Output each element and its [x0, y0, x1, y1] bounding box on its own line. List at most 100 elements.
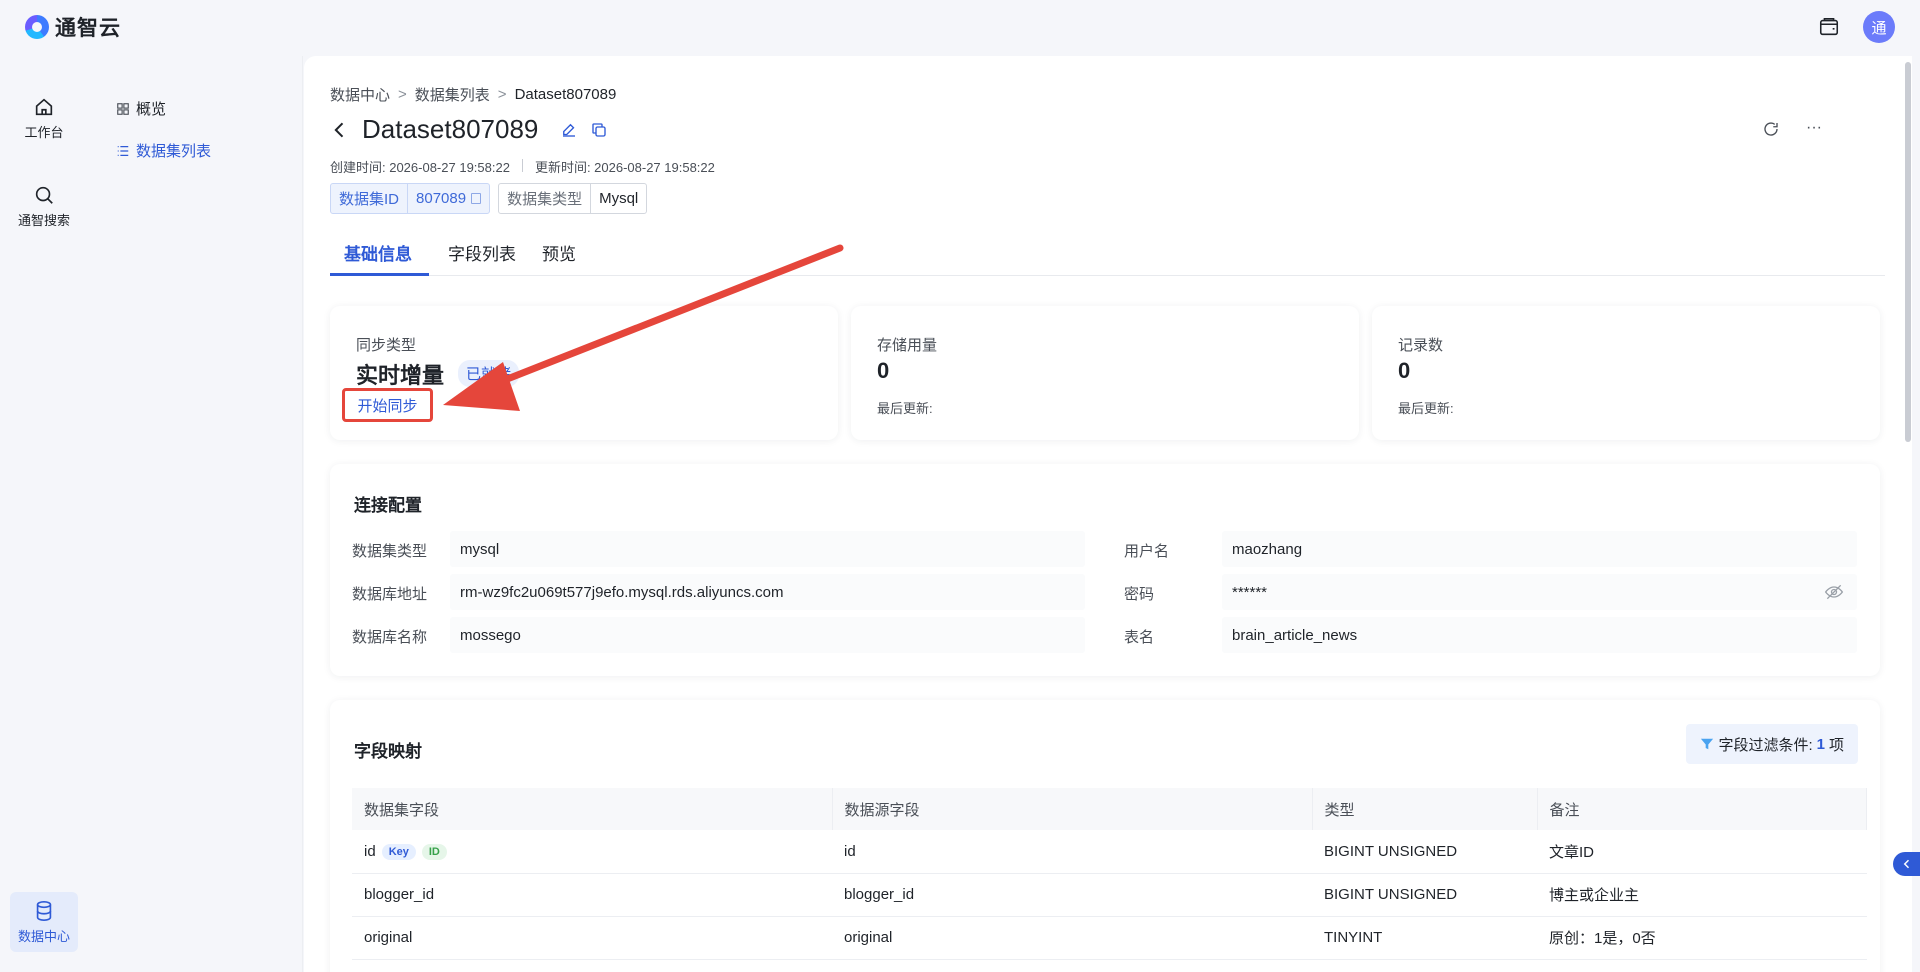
source-field-cell: id — [832, 830, 1312, 874]
dataset-field-cell: original — [352, 916, 832, 960]
scrollbar-thumb[interactable] — [1905, 62, 1911, 442]
filter-count: 1 — [1816, 735, 1825, 753]
source-field-cell: blogger_id — [832, 873, 1312, 917]
back-icon[interactable] — [330, 120, 350, 140]
subnav-item-overview[interactable]: 概览 — [116, 98, 166, 119]
list-icon — [117, 145, 129, 156]
tab-preview[interactable]: 预览 — [542, 240, 576, 276]
dataset-type-field: mysql — [450, 531, 1085, 567]
table-name-label: 表名 — [1124, 629, 1155, 646]
chevron-left-icon — [1903, 859, 1909, 869]
field-mapping-title: 字段映射 — [354, 742, 422, 761]
subnav-item-dataset-list[interactable]: 数据集列表 — [116, 140, 211, 161]
page-scrollbar[interactable] — [1904, 56, 1912, 972]
breadcrumb-separator: > — [497, 86, 507, 103]
grid-icon — [117, 102, 129, 115]
table-row: original original TINYINT 原创：1是，0否 — [352, 916, 1867, 960]
breadcrumb-root[interactable]: 数据中心 — [330, 84, 390, 105]
storage-last-updated: 最后更新: — [877, 401, 933, 416]
tab-field-list[interactable]: 字段列表 — [448, 240, 516, 276]
records-value: 0 — [1398, 358, 1411, 383]
rail-item-data-center[interactable]: 数据中心 — [10, 892, 78, 952]
breadcrumb-separator: > — [398, 86, 407, 103]
tab-bar: 基础信息 字段列表 预览 — [330, 240, 1885, 276]
note-cell: 原创：1是，0否 — [1537, 916, 1867, 960]
id-badge: ID — [421, 843, 447, 860]
table-row: id Key ID id BIGINT UNSIGNED 文章ID — [352, 830, 1867, 874]
column-header: 数据集字段 — [352, 788, 833, 830]
page-title: Dataset807089 — [362, 114, 539, 144]
username-field: maozhang — [1222, 531, 1857, 567]
breadcrumb: 数据中心 > 数据集列表 > Dataset807089 — [330, 84, 616, 105]
more-button[interactable]: ··· — [1806, 120, 1822, 138]
note-cell: 博主或企业主 — [1537, 873, 1867, 917]
table-row: blogger_id blogger_id BIGINT UNSIGNED 博主… — [352, 873, 1867, 917]
dbname-field: mossego — [450, 617, 1085, 653]
wallet-icon[interactable] — [1818, 16, 1840, 38]
meta-divider — [521, 159, 523, 172]
tab-basic-info[interactable]: 基础信息 — [330, 240, 429, 276]
title-row: Dataset807089 — [330, 114, 608, 145]
search-icon — [35, 186, 53, 204]
note-cell: 文章ID — [1537, 830, 1867, 874]
main-panel: 数据中心 > 数据集列表 > Dataset807089 Dataset8070… — [304, 56, 1912, 972]
app-name: 通智云 — [55, 17, 121, 40]
field-filter-button[interactable]: 字段过滤条件: 1 项 — [1686, 724, 1858, 764]
rail-item-search[interactable]: 通智搜索 — [10, 176, 78, 236]
start-sync-button[interactable]: 开始同步 — [342, 388, 433, 422]
edit-icon[interactable] — [560, 121, 578, 139]
table-header-row: 数据集字段 数据源字段 类型 备注 — [352, 788, 1867, 830]
copy-icon[interactable] — [590, 121, 608, 139]
app-logo[interactable]: 通智云 — [25, 12, 121, 42]
database-icon — [36, 900, 52, 921]
dataset-id-label: 数据集ID — [331, 184, 409, 213]
home-icon — [35, 98, 53, 115]
column-header: 数据源字段 — [832, 788, 1313, 830]
dataset-id-value[interactable]: 807089 — [408, 184, 489, 213]
subnav-label-dataset-list: 数据集列表 — [136, 143, 212, 160]
rail-item-workbench[interactable]: 工作台 — [10, 88, 78, 148]
storage-card: 存储用量 0 最后更新: — [851, 306, 1359, 440]
avatar[interactable]: 通 — [1863, 11, 1895, 43]
dataset-field-name: id — [364, 842, 376, 860]
rail-label-search: 通智搜索 — [17, 212, 70, 228]
title-actions: ··· — [1762, 120, 1822, 138]
collapse-panel-button[interactable] — [1893, 852, 1920, 876]
host-field: rm-wz9fc2u069t577j9efo.mysql.rds.aliyunc… — [450, 574, 1085, 610]
host-label: 数据库地址 — [352, 586, 428, 603]
dataset-type-tag: 数据集类型 Mysql — [498, 183, 648, 214]
type-cell: BIGINT UNSIGNED — [1312, 873, 1537, 917]
field-mapping-table: 数据集字段 数据源字段 类型 备注 id Key ID id BIGINT UNSI… — [352, 788, 1867, 960]
filter-label: 字段过滤条件: — [1718, 736, 1813, 754]
status-badge: 已就绪 — [458, 360, 520, 387]
logo-mark-icon — [25, 15, 49, 39]
storage-label: 存储用量 — [877, 337, 938, 354]
eye-off-icon[interactable] — [1824, 582, 1844, 602]
dataset-field-cell: id Key ID — [352, 830, 832, 874]
password-field: ****** — [1222, 574, 1857, 610]
table-name-field: brain_article_news — [1222, 617, 1857, 653]
filter-unit: 项 — [1828, 736, 1844, 754]
dataset-id-tag: 数据集ID 807089 — [330, 183, 491, 214]
field-mapping-card: 字段映射 字段过滤条件: 1 项 数据集字段 数据源字段 类型 备注 id Key ID… — [330, 700, 1880, 972]
dataset-tags: 数据集ID 807089 数据集类型 Mysql — [330, 183, 648, 214]
breadcrumb-current: Dataset807089 — [514, 86, 617, 103]
sync-type-value: 实时增量 — [356, 363, 445, 388]
dataset-type-value: Mysql — [599, 190, 639, 207]
created-time: 创建时间: 2026-08-27 19:58:22 — [330, 160, 510, 175]
records-card: 记录数 0 最后更新: — [1372, 306, 1880, 440]
sub-nav: 概览 数据集列表 — [88, 56, 303, 972]
key-badge: Key — [381, 843, 416, 860]
subnav-label-overview: 概览 — [136, 101, 167, 118]
refresh-icon[interactable] — [1762, 120, 1780, 138]
source-field-cell: original — [832, 916, 1312, 960]
sync-type-label: 同步类型 — [356, 337, 417, 354]
connection-config-title: 连接配置 — [354, 496, 422, 515]
breadcrumb-parent[interactable]: 数据集列表 — [415, 84, 490, 105]
records-last-updated: 最后更新: — [1398, 401, 1454, 416]
rail-label-data-center: 数据中心 — [17, 928, 70, 944]
rail-label-workbench: 工作台 — [24, 124, 64, 140]
password-label: 密码 — [1124, 586, 1155, 603]
dataset-field-cell: blogger_id — [352, 873, 832, 917]
column-header: 备注 — [1537, 788, 1867, 830]
